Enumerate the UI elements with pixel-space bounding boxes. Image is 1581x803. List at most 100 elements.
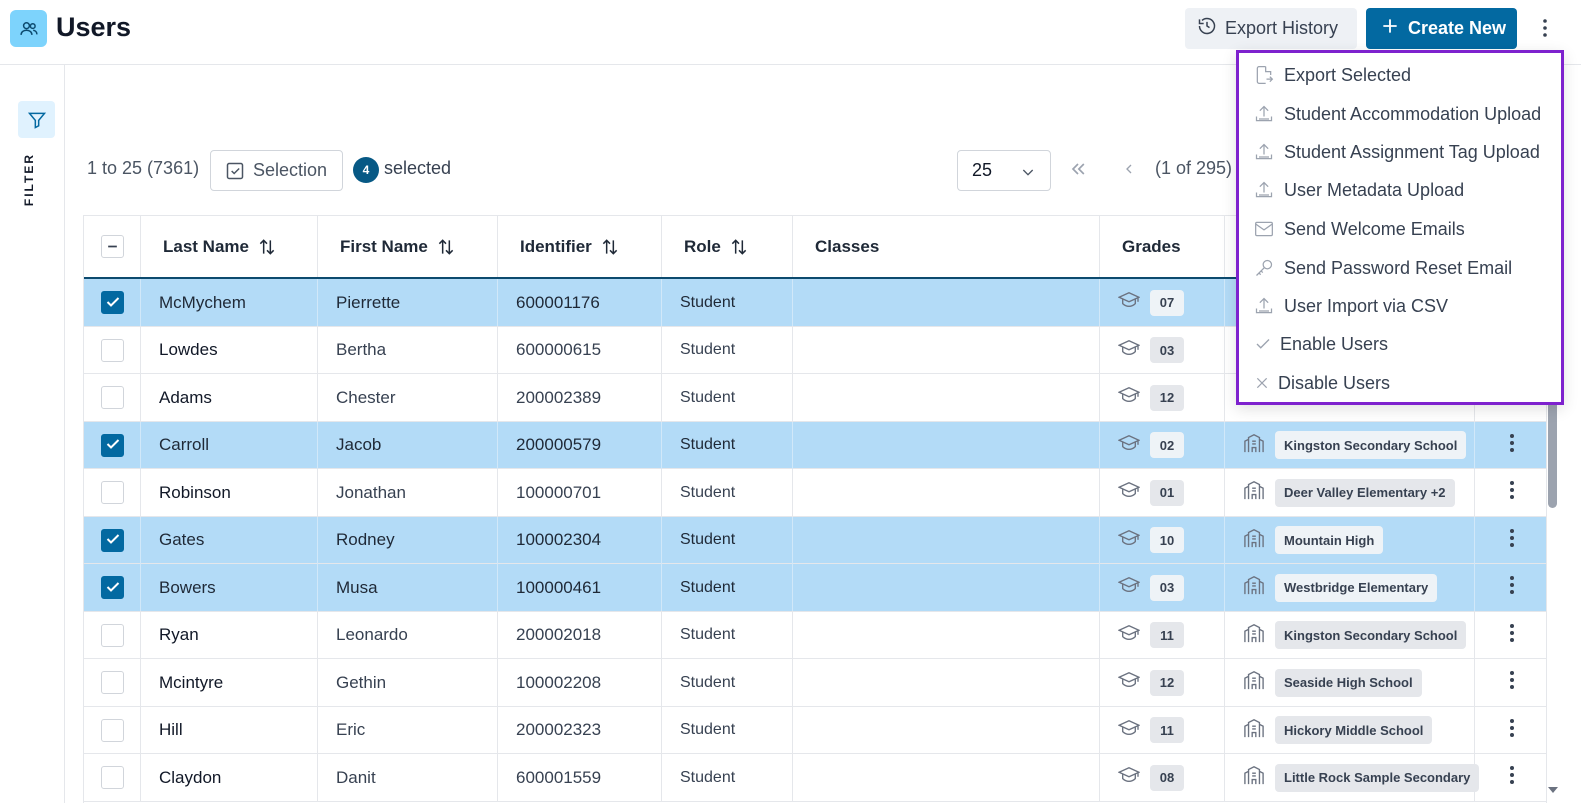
menu-item-student-accommodation-upload[interactable]: Student Accommodation Upload	[1254, 95, 1541, 133]
sort-icon	[731, 238, 747, 255]
graduation-cap-icon	[1117, 671, 1141, 694]
sort-icon	[259, 238, 275, 255]
create-new-button[interactable]: Create New	[1366, 8, 1517, 49]
cell-classes	[793, 469, 1100, 516]
funnel-icon	[27, 112, 46, 129]
row-checkbox[interactable]	[101, 528, 124, 552]
row-checkbox[interactable]	[101, 338, 124, 362]
row-actions-button[interactable]	[1500, 612, 1524, 659]
row-actions-button[interactable]	[1500, 707, 1524, 754]
cell-school: Hickory Middle School	[1225, 706, 1475, 754]
cell-school: Deer Valley Elementary +2	[1225, 469, 1475, 516]
row-actions-button[interactable]	[1500, 754, 1524, 801]
select-all-checkbox[interactable]	[101, 235, 124, 258]
table-row[interactable]: Ryan Leonardo 200002018 Student 11 Kings…	[84, 611, 1546, 659]
menu-item-enable-users[interactable]: Enable Users	[1254, 325, 1388, 363]
selection-button[interactable]: Selection	[210, 150, 343, 191]
table-row[interactable]: Carroll Jacob 200000579 Student 02 Kings…	[84, 421, 1546, 469]
check-icon	[1254, 335, 1272, 353]
grade-badge: 02	[1150, 432, 1184, 458]
users-app-icon	[10, 10, 47, 47]
grade-badge: 12	[1150, 384, 1184, 411]
row-actions-button[interactable]	[1500, 659, 1524, 706]
cell-grades: 01	[1100, 469, 1225, 516]
page-info: (1 of 295)	[1155, 158, 1233, 178]
scroll-down-arrow[interactable]	[1547, 782, 1559, 800]
row-actions-button[interactable]	[1500, 564, 1524, 611]
table-row[interactable]: Hill Eric 200002323 Student 11 Hickory M…	[84, 706, 1546, 754]
column-header-role[interactable]: Role	[662, 216, 793, 277]
table-row[interactable]: Bowers Musa 100000461 Student 03 Westbri…	[84, 564, 1546, 612]
result-range: 1 to 25 (7361)	[87, 158, 200, 178]
first-page-button[interactable]	[1068, 159, 1088, 184]
cell-classes	[793, 279, 1100, 326]
cell-last-name: Mcintyre	[141, 659, 318, 706]
row-actions-button[interactable]	[1500, 422, 1524, 469]
column-header-last-name[interactable]: Last Name	[141, 216, 318, 277]
cell-grades: 07	[1100, 279, 1225, 326]
row-checkbox[interactable]	[101, 481, 124, 504]
previous-page-button[interactable]	[1121, 159, 1137, 184]
cell-first-name: Eric	[318, 706, 498, 754]
row-select-cell	[84, 706, 141, 754]
table-row[interactable]: Mcintyre Gethin 100002208 Student 12 Sea…	[84, 659, 1546, 707]
table-row[interactable]: Robinson Jonathan 100000701 Student 01 D…	[84, 469, 1546, 517]
school-badge: Deer Valley Elementary +2	[1275, 478, 1455, 507]
cell-last-name: Adams	[141, 374, 318, 421]
cell-grades: 11	[1100, 706, 1225, 754]
row-checkbox[interactable]	[101, 766, 124, 789]
key-icon	[1254, 258, 1274, 278]
cell-grades: 08	[1100, 754, 1225, 801]
menu-item-user-import-via-csv[interactable]: User Import via CSV	[1254, 287, 1448, 325]
row-checkbox[interactable]	[101, 386, 124, 409]
menu-item-user-metadata-upload[interactable]: User Metadata Upload	[1254, 171, 1464, 209]
graduation-cap-icon	[1117, 576, 1141, 599]
grade-badge: 07	[1150, 289, 1184, 316]
row-checkbox[interactable]	[101, 718, 124, 742]
cell-role: Student	[662, 564, 793, 611]
row-checkbox[interactable]	[101, 433, 124, 457]
chevron-left-icon	[1126, 164, 1132, 174]
graduation-cap-icon	[1117, 386, 1141, 409]
page-size-value: 25	[972, 160, 993, 180]
column-header-label: First Name	[340, 236, 428, 256]
menu-item-send-password-reset-email[interactable]: Send Password Reset Email	[1254, 249, 1512, 287]
school-icon	[1243, 623, 1265, 648]
chevron-down-icon	[1022, 169, 1034, 176]
menu-item-send-welcome-emails[interactable]: Send Welcome Emails	[1254, 210, 1465, 248]
select-all-cell	[84, 216, 141, 277]
row-checkbox[interactable]	[101, 671, 124, 694]
row-actions-button[interactable]	[1500, 469, 1524, 516]
sort-icon	[602, 238, 617, 255]
row-actions-button[interactable]	[1500, 517, 1524, 564]
school-icon	[1243, 528, 1265, 553]
column-header-first-name[interactable]: First Name	[318, 216, 498, 277]
column-header-classes: Classes	[793, 216, 1100, 277]
grade-badge: 11	[1150, 717, 1184, 743]
page-title: Users	[56, 12, 132, 42]
row-checkbox[interactable]	[101, 576, 124, 599]
cell-first-name: Jonathan	[318, 469, 498, 516]
export-history-button[interactable]: Export History	[1185, 8, 1357, 49]
row-checkbox[interactable]	[101, 291, 124, 314]
column-header-identifier[interactable]: Identifier	[498, 216, 662, 277]
cell-classes	[793, 516, 1100, 564]
create-new-label: Create New	[1408, 18, 1507, 38]
school-badge: Westbridge Elementary	[1275, 573, 1438, 602]
menu-item-student-assignment-tag-upload[interactable]: Student Assignment Tag Upload	[1254, 133, 1540, 171]
cell-first-name: Bertha	[318, 326, 498, 374]
check-icon	[106, 435, 120, 455]
cell-school: Westbridge Elementary	[1225, 564, 1475, 611]
filter-button[interactable]	[18, 101, 55, 138]
row-select-cell	[84, 611, 141, 659]
row-select-cell	[84, 421, 141, 469]
page-size-select[interactable]: 25	[957, 150, 1051, 191]
menu-item-disable-users[interactable]: Disable Users	[1254, 364, 1390, 402]
table-row[interactable]: Gates Rodney 100002304 Student 10 Mounta…	[84, 516, 1546, 564]
row-checkbox[interactable]	[101, 623, 124, 647]
upload-icon	[1254, 104, 1274, 124]
more-actions-button[interactable]	[1532, 14, 1558, 42]
table-row[interactable]: Claydon Danit 600001559 Student 08 Littl…	[84, 754, 1546, 802]
menu-item-export-selected[interactable]: Export Selected	[1254, 56, 1411, 94]
export-history-label: Export History	[1225, 18, 1339, 38]
